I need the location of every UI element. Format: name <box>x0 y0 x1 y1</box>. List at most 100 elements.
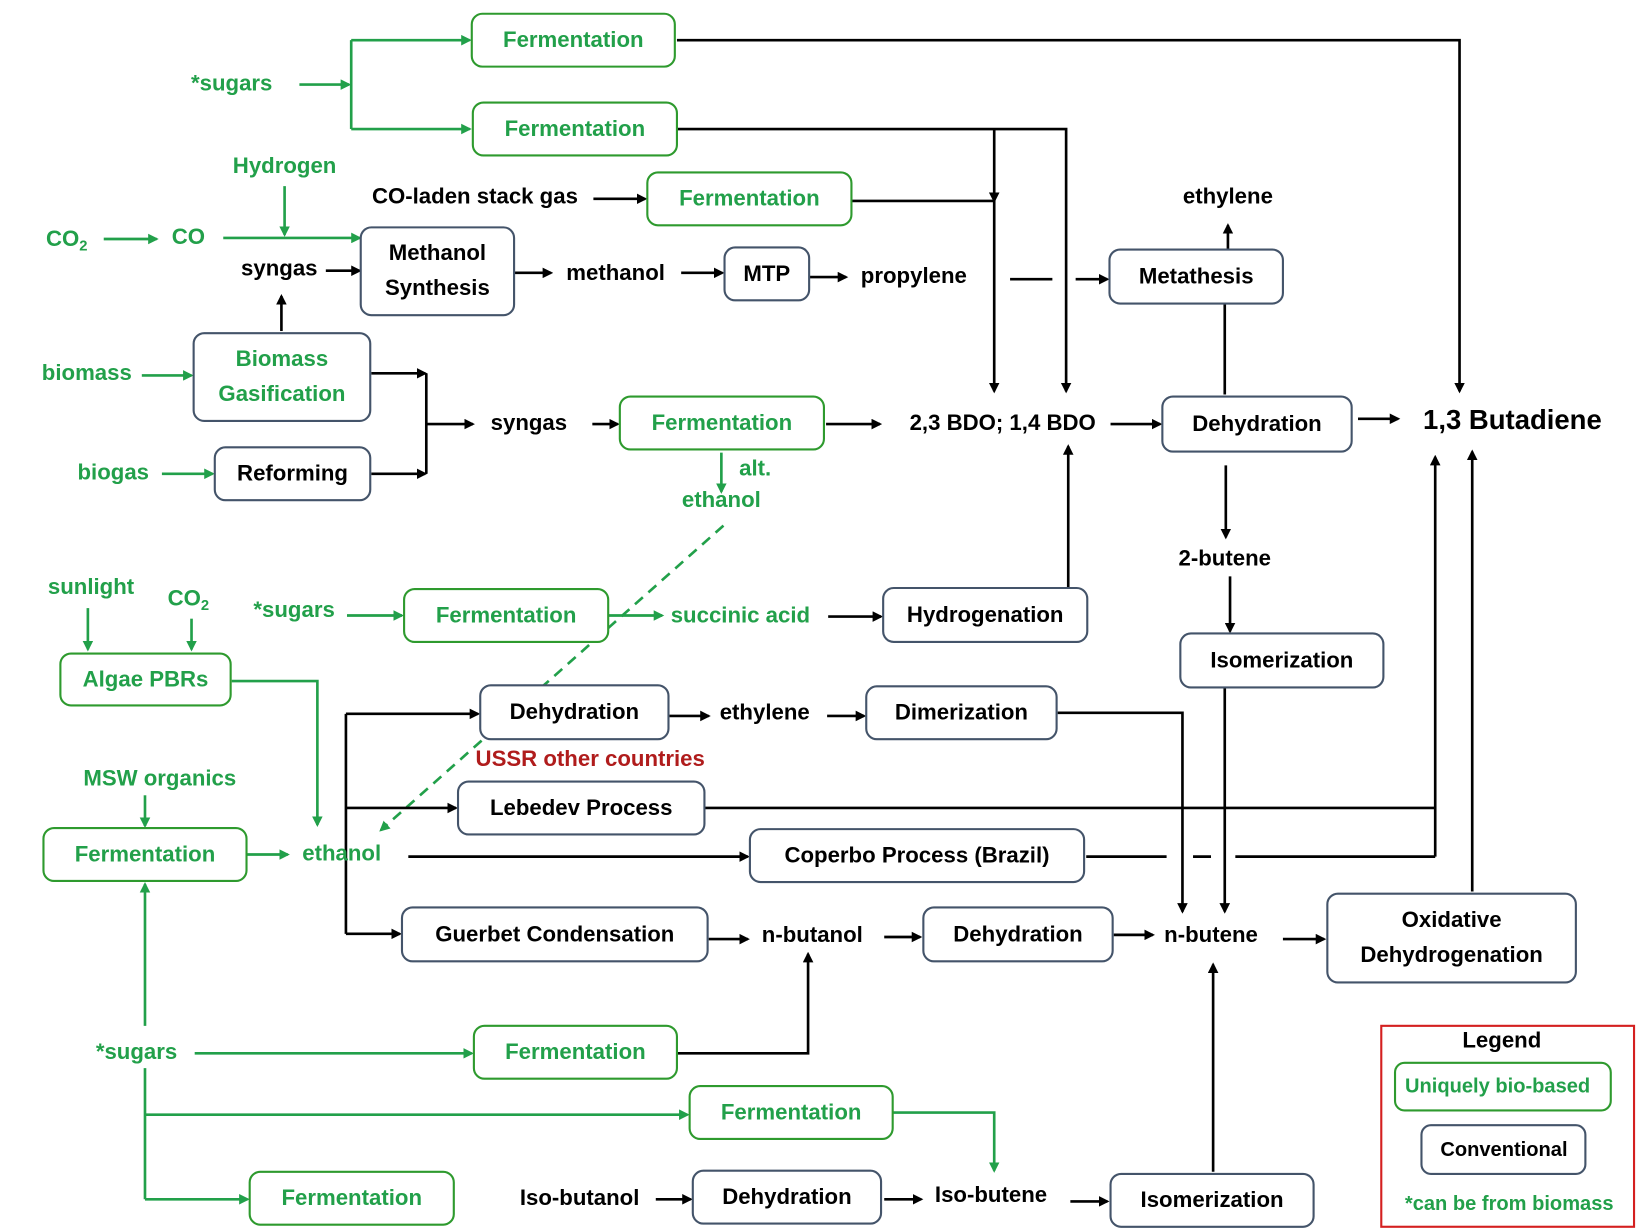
ferm-top2-box: Fermentation <box>471 101 678 157</box>
lebedev-box: Lebedev Process <box>456 780 706 836</box>
legend-conventional-label: Conventional <box>1440 1139 1567 1161</box>
iso-butene-label: Iso-butene <box>935 1182 1047 1207</box>
ferm-top1-box: Fermentation <box>470 12 676 68</box>
butadiene-label: 1,3 Butadiene <box>1423 404 1602 435</box>
sunlight-label: sunlight <box>48 574 135 599</box>
dehydration-ethanol-box: Dehydration <box>479 684 670 741</box>
box-label: Fermentation <box>505 1039 646 1064</box>
box-label: Isomerization <box>1141 1187 1284 1212</box>
bio-flow-arrow <box>231 679 323 828</box>
box-label: Fermentation <box>503 27 644 52</box>
box-label: Fermentation <box>281 1185 422 1210</box>
box-label: Hydrogenation <box>907 602 1064 627</box>
ferm-isobutene-box: Fermentation <box>688 1085 894 1141</box>
box-label: Dehydration <box>1192 411 1321 436</box>
ferm-syngas-box: Fermentation <box>618 395 825 451</box>
box-label: Dehydration <box>510 699 639 724</box>
formula-subscript: 2 <box>79 238 87 254</box>
dimerization-box: Dimerization <box>865 685 1058 741</box>
syngas-1-label: syngas <box>241 256 317 281</box>
hydrogenation-box: Hydrogenation <box>882 586 1089 643</box>
succinic-acid-label: succinic acid <box>671 602 810 627</box>
formula-main: CO <box>168 585 201 610</box>
n-butene-label: n-butene <box>1164 922 1258 947</box>
ferm-butanol-box: Fermentation <box>472 1024 678 1080</box>
sugars-top-label: *sugars <box>191 70 272 95</box>
dehydration-isobutanol-box: Dehydration <box>691 1169 883 1225</box>
oxidative-dehydrogenation-box: Oxidative Dehydrogenation <box>1326 892 1577 984</box>
legend: Legend Uniquely bio-based Conventional *… <box>1380 1024 1636 1228</box>
alt-ethanol-label: ethanol <box>682 487 761 512</box>
coperbo-box: Coperbo Process (Brazil) <box>748 828 1086 884</box>
flow-arrow <box>851 199 1000 394</box>
legend-bio-label: Uniquely bio-based <box>1405 1075 1590 1097</box>
box-label: Dimerization <box>895 700 1028 725</box>
formula-subscript: 2 <box>201 598 209 614</box>
formula-main: CO <box>46 226 79 251</box>
box-label: Fermentation <box>505 116 646 141</box>
box-label: Isomerization <box>1210 647 1353 672</box>
box-label: Fermentation <box>679 186 820 211</box>
algae-pbrs-box: Algae PBRs <box>59 652 232 707</box>
box-label: Reforming <box>237 461 348 486</box>
box-label: MTP <box>743 261 790 286</box>
butene-2-label: 2-butene <box>1179 545 1271 570</box>
butadiene-pathways-diagram: Fermentation Fermentation Fermentation Meth… <box>42 12 1636 1228</box>
box-label: Fermentation <box>652 410 793 435</box>
ethylene-mid-label: ethylene <box>720 700 810 725</box>
box-label: Methanol <box>389 240 486 265</box>
dehydration-butanol-box: Dehydration <box>922 906 1114 963</box>
reforming-box: Reforming <box>213 446 372 502</box>
ferm-isobutanol-box: Fermentation <box>248 1170 455 1226</box>
co-stack-gas-label: CO-laden stack gas <box>372 184 578 209</box>
box-label: Synthesis <box>385 275 490 300</box>
methanol-label: methanol <box>566 260 665 285</box>
ferm-msw-box: Fermentation <box>42 827 248 883</box>
box-label: Fermentation <box>75 841 216 866</box>
ferm-stack-box: Fermentation <box>646 171 853 227</box>
iso-butanol-label: Iso-butanol <box>520 1185 640 1210</box>
dehydration-bdo-box: Dehydration <box>1161 395 1353 453</box>
box-label: Dehydration <box>722 1184 851 1209</box>
msw-organics-label: MSW organics <box>83 765 236 790</box>
box-label: Dehydration <box>953 921 1082 946</box>
isomerization-2butene-box: Isomerization <box>1179 632 1385 689</box>
hydrogen-label: Hydrogen <box>233 153 337 178</box>
box-label: Gasification <box>218 381 345 406</box>
syngas-2-label: syngas <box>491 410 567 435</box>
ethanol-label: ethanol <box>302 840 381 865</box>
box-label: Guerbet Condensation <box>435 921 674 946</box>
biogas-label: biogas <box>78 460 150 485</box>
metathesis-box: Metathesis <box>1108 248 1284 305</box>
box-label: Oxidative <box>1402 907 1502 932</box>
flow-arrow <box>676 951 814 1055</box>
bdo-label: 2,3 BDO; 1,4 BDO <box>910 410 1096 435</box>
box-label: Algae PBRs <box>83 666 209 691</box>
box-label: Biomass <box>236 346 329 371</box>
propylene-label: propylene <box>861 263 967 288</box>
legend-title: Legend <box>1462 1028 1541 1053</box>
box-label: Dehydrogenation <box>1360 942 1542 967</box>
co2-top-label: CO2 <box>46 226 88 254</box>
box-label: Metathesis <box>1139 263 1254 288</box>
ussr-label: USSR other countries <box>476 746 705 771</box>
ethylene-top-label: ethylene <box>1183 184 1273 209</box>
co-label: CO <box>172 224 205 249</box>
mtp-box: MTP <box>723 246 811 302</box>
biomass-label: biomass <box>42 360 132 385</box>
box-label: Fermentation <box>721 1099 862 1124</box>
legend-note: *can be from biomass <box>1405 1193 1614 1215</box>
co2-algae-label: CO2 <box>168 585 210 613</box>
sugars-bottom-label: *sugars <box>96 1039 177 1064</box>
sugars-mid-label: *sugars <box>253 597 334 622</box>
guerbet-box: Guerbet Condensation <box>400 906 709 963</box>
box-label: Coperbo Process (Brazil) <box>784 842 1049 867</box>
alt-label: alt. <box>739 455 771 480</box>
biomass-gasification-box: Biomass Gasification <box>192 332 372 422</box>
ferm-succinic-box: Fermentation <box>403 588 610 643</box>
n-butanol-label: n-butanol <box>762 922 863 947</box>
isomerization-isobutene-box: Isomerization <box>1109 1172 1315 1228</box>
box-label: Fermentation <box>436 602 577 627</box>
box-label: Lebedev Process <box>490 795 673 820</box>
methanol-synthesis-box: Methanol Synthesis <box>359 226 516 317</box>
